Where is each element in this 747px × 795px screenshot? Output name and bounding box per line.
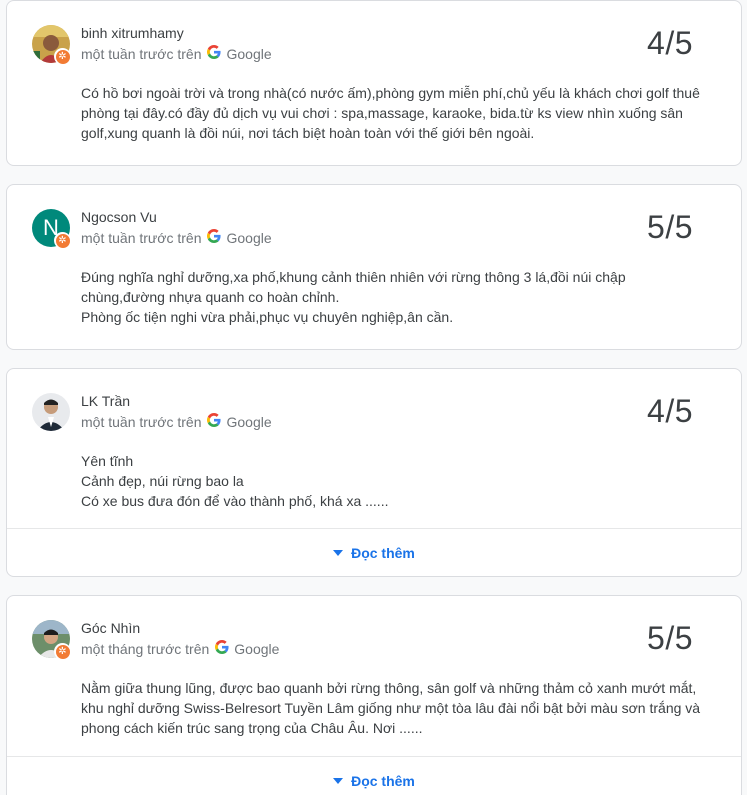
review-meta: một tuần trước trên Google (81, 413, 272, 430)
review-time: một tuần trước trên (81, 413, 202, 430)
review-text: Đúng nghĩa nghỉ dưỡng,xa phố,khung cảnh … (81, 267, 701, 327)
review-text-line: Nằm giữa thung lũng, được bao quanh bởi … (81, 680, 701, 736)
review-header: LK Trần một tuần trước trên Google 4/5 (7, 369, 741, 431)
review-list: ✲ binh xitrumhamy một tuần trước trên Go… (0, 0, 747, 795)
review-source: Google (226, 45, 272, 62)
local-guide-badge-icon: ✲ (54, 643, 71, 660)
review-source: Google (226, 413, 272, 430)
review-text: Nằm giữa thung lũng, được bao quanh bởi … (81, 678, 701, 738)
review-author[interactable]: binh xitrumhamy (81, 25, 184, 41)
review-card: N ✲ Ngocson Vu một tuần trước trên Googl… (6, 184, 742, 350)
read-more-button[interactable]: Đọc thêm (7, 756, 741, 795)
review-header: ✲ binh xitrumhamy một tuần trước trên Go… (7, 1, 741, 65)
review-rating: 5/5 (647, 209, 693, 245)
review-text-line: Có xe bus đưa đón để vào thành phố, khá … (81, 493, 389, 509)
read-more-label: Đọc thêm (351, 544, 415, 561)
caret-down-icon (333, 549, 344, 556)
local-guide-badge-icon: ✲ (54, 48, 71, 65)
review-card: ✲ binh xitrumhamy một tuần trước trên Go… (6, 0, 742, 166)
review-text: Yên tĩnh Cảnh đẹp, núi rừng bao la Có xe… (81, 451, 701, 511)
review-text-line: Đúng nghĩa nghỉ dưỡng,xa phố,khung cảnh … (81, 269, 626, 305)
review-meta: một tuần trước trên Google (81, 45, 272, 62)
review-time: một tuần trước trên (81, 229, 202, 246)
review-rating: 4/5 (647, 25, 693, 61)
google-g-icon (207, 45, 222, 62)
review-text-line: Phòng ốc tiện nghi vừa phải,phục vụ chuy… (81, 309, 454, 325)
review-source: Google (234, 640, 280, 657)
review-card: LK Trần một tuần trước trên Google 4/5 Y… (6, 368, 742, 577)
review-time: một tháng trước trên (81, 640, 210, 657)
review-card: ✲ Góc Nhìn một tháng trước trên Google 5… (6, 595, 742, 795)
local-guide-badge-icon: ✲ (54, 232, 71, 249)
review-text-line: Cảnh đẹp, núi rừng bao la (81, 473, 244, 489)
review-header: N ✲ Ngocson Vu một tuần trước trên Googl… (7, 185, 741, 249)
review-author[interactable]: Góc Nhìn (81, 620, 140, 636)
read-more-label: Đọc thêm (351, 772, 415, 789)
google-g-icon (215, 640, 229, 657)
review-meta: một tháng trước trên Google (81, 640, 279, 657)
review-time: một tuần trước trên (81, 45, 202, 62)
review-author[interactable]: LK Trần (81, 393, 130, 409)
google-g-icon (207, 229, 222, 246)
google-g-icon (207, 413, 222, 430)
avatar[interactable] (32, 393, 70, 431)
read-more-button[interactable]: Đọc thêm (7, 528, 741, 576)
review-text: Có hồ bơi ngoài trời và trong nhà(có nướ… (81, 83, 701, 143)
review-rating: 4/5 (647, 393, 693, 429)
review-author[interactable]: Ngocson Vu (81, 209, 157, 225)
review-text-line: Có hồ bơi ngoài trời và trong nhà(có nướ… (81, 85, 700, 141)
review-text-line: Yên tĩnh (81, 453, 134, 469)
review-source: Google (226, 229, 272, 246)
review-rating: 5/5 (647, 620, 693, 656)
review-header: ✲ Góc Nhìn một tháng trước trên Google 5… (7, 596, 741, 660)
review-meta: một tuần trước trên Google (81, 229, 272, 246)
caret-down-icon (333, 777, 344, 784)
